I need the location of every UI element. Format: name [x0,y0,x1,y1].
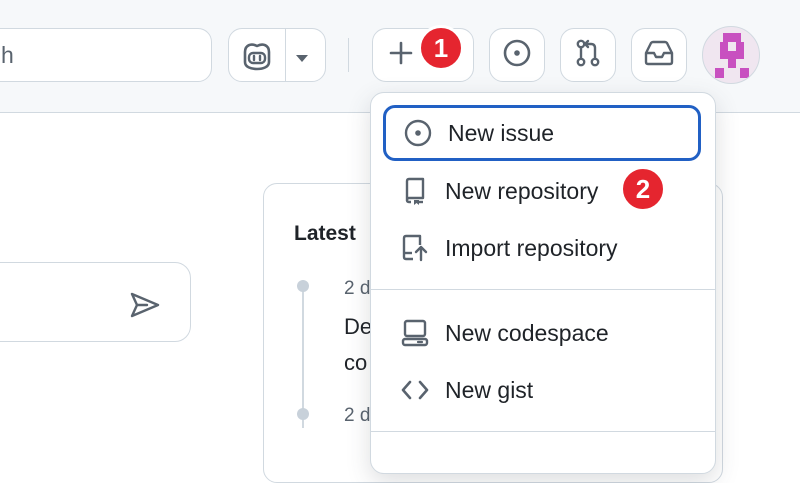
issue-opened-icon [502,38,532,73]
code-icon [399,374,431,406]
timeline-entry-link[interactable]: De [344,314,372,340]
menu-item-label: New gist [445,376,534,403]
menu-divider [371,289,715,290]
timeline-line [302,288,304,428]
timeline-entry-link-line2[interactable]: co [344,350,367,376]
menu-item-label: New codespace [445,319,609,346]
repo-icon [399,175,431,207]
codespaces-icon [399,317,431,349]
timeline-meta: 2 d [344,278,371,299]
plus-icon [389,41,413,70]
issue-opened-icon [402,117,434,149]
copilot-icon[interactable] [239,40,275,77]
menu-item-label: Import repository [445,234,618,261]
copilot-button-group [228,28,326,82]
create-new-menu: New issue New repository Import reposito… [370,92,716,474]
menu-item-import-repository[interactable]: Import repository [383,220,701,276]
latest-title: Latest [294,222,356,245]
step-badge-1: 1 [418,25,464,71]
repo-push-icon [399,232,431,264]
chat-composer[interactable] [0,262,191,342]
search-input-text: h [1,42,14,68]
header-separator [348,38,349,72]
git-pull-request-icon [573,38,603,73]
timeline-dot [297,280,309,292]
search-input[interactable]: h [0,28,212,82]
inbox-button[interactable] [631,28,687,82]
identicon-icon [715,33,749,78]
menu-item-label: New issue [448,119,555,146]
pull-requests-button[interactable] [560,28,616,82]
user-avatar[interactable] [702,26,760,84]
issues-button[interactable] [489,28,545,82]
caret-down-icon[interactable] [295,51,309,69]
timeline-dot [297,408,309,420]
menu-divider [371,431,715,432]
send-icon[interactable] [129,291,161,324]
menu-item-new-codespace[interactable]: New codespace [383,305,701,361]
menu-item-new-issue[interactable]: New issue [383,105,701,161]
timeline-meta: 2 d [344,405,371,426]
copilot-divider [285,29,286,81]
menu-item-label: New repository [445,177,599,204]
menu-item-new-gist[interactable]: New gist [383,362,701,418]
step-badge-2: 2 [620,166,666,212]
inbox-icon [643,39,675,72]
